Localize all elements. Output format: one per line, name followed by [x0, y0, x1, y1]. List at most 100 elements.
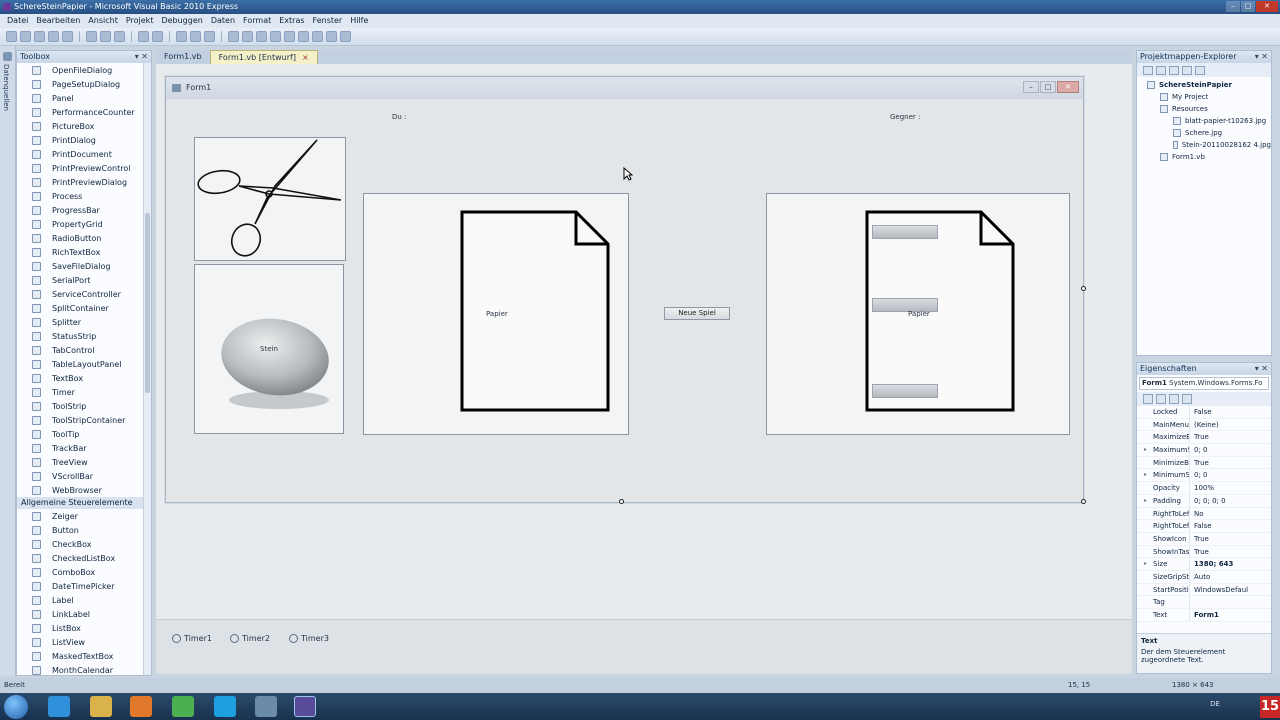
tab-form1-designer[interactable]: Form1.vb [Entwurf] ×	[209, 50, 318, 64]
toolbox-item[interactable]: SplitContainer	[17, 301, 151, 315]
media-player-taskbar-icon[interactable]	[130, 696, 152, 717]
resize-handle-right[interactable]	[1081, 286, 1086, 291]
toolbox-item[interactable]: LinkLabel	[17, 607, 151, 621]
toolbox-item[interactable]: Zeiger	[17, 509, 151, 523]
form1-window[interactable]: Form1 – □ ✕ Du : Gegner : Stein Papier N…	[165, 76, 1086, 504]
form-close-button[interactable]: ✕	[1057, 81, 1079, 93]
toolbox-item[interactable]: Splitter	[17, 315, 151, 329]
pause-icon[interactable]	[190, 31, 201, 42]
property-value[interactable]: (Keine)	[1189, 418, 1271, 431]
player-choice-picturebox[interactable]: Papier	[363, 193, 629, 435]
pane-close-icon[interactable]: ▾ ✕	[1255, 51, 1268, 63]
stone-picturebox[interactable]: Stein	[194, 264, 344, 434]
toolbox-item[interactable]: DateTimePicker	[17, 579, 151, 593]
toolbox-item[interactable]: PerformanceCounter	[17, 105, 151, 119]
property-row[interactable]: ▸ MinimumSiz0; 0	[1137, 469, 1271, 483]
property-value[interactable]: True	[1189, 545, 1271, 558]
resize-handle-bottom[interactable]	[619, 499, 624, 504]
tab-close-icon[interactable]: ×	[302, 53, 309, 62]
property-value[interactable]: 0; 0	[1189, 469, 1271, 482]
toolbox-item[interactable]: ListView	[17, 635, 151, 649]
property-row[interactable]: RightToLeft No	[1137, 507, 1271, 521]
menu-hilfe[interactable]: Hilfe	[346, 14, 372, 28]
start-button[interactable]	[4, 695, 28, 719]
save-icon[interactable]	[48, 31, 59, 42]
property-value[interactable]: No	[1189, 507, 1271, 520]
property-value[interactable]: 0; 0	[1189, 444, 1271, 456]
property-value[interactable]: Form1	[1189, 609, 1271, 621]
progress-bar-3[interactable]	[872, 384, 938, 398]
timer3-component[interactable]: Timer3	[289, 634, 329, 643]
toolbox-item[interactable]: PrintPreviewDialog	[17, 175, 151, 189]
menu-format[interactable]: Format	[239, 14, 275, 28]
visual-basic-taskbar-icon[interactable]	[294, 696, 316, 717]
property-row[interactable]: Tag	[1137, 596, 1271, 609]
timer1-component[interactable]: Timer1	[172, 634, 212, 643]
toolbox-item[interactable]: PictureBox	[17, 119, 151, 133]
skype-taskbar-icon[interactable]	[214, 696, 236, 717]
property-value[interactable]: True	[1189, 532, 1271, 545]
property-row[interactable]: RightToLeftLFalse	[1137, 520, 1271, 533]
property-row[interactable]: ▸ MaximumSiz0; 0	[1137, 444, 1271, 457]
property-value[interactable]: Auto	[1189, 570, 1271, 583]
solution-tree-item[interactable]: Resources	[1137, 103, 1271, 115]
new-project-icon[interactable]	[6, 31, 17, 42]
app-taskbar-icon[interactable]	[255, 696, 277, 717]
undo-icon[interactable]	[138, 31, 149, 42]
toolbox-item[interactable]: SerialPort	[17, 273, 151, 287]
menu-fenster[interactable]: Fenster	[309, 14, 347, 28]
property-row[interactable]: ShowInTaskbTrue	[1137, 545, 1271, 559]
property-value[interactable]: WindowsDefaul	[1189, 583, 1271, 596]
save-all-icon[interactable]	[62, 31, 73, 42]
menu-debuggen[interactable]: Debuggen	[157, 14, 206, 28]
property-row[interactable]: Locked False	[1137, 406, 1271, 419]
property-row[interactable]: MaximizeBoxTrue	[1137, 431, 1271, 445]
alphabetical-icon[interactable]	[1156, 394, 1166, 404]
solution-tree-item[interactable]: My Project	[1137, 91, 1271, 103]
expand-arrow-icon[interactable]: ▸	[1144, 495, 1147, 507]
properties-icon[interactable]	[1143, 65, 1153, 75]
solution-tree-item[interactable]: blatt-papier-t10263.jpg	[1137, 115, 1271, 127]
toolbox-item[interactable]: PrintPreviewControl	[17, 161, 151, 175]
redo-icon[interactable]	[152, 31, 163, 42]
properties-icon[interactable]	[326, 31, 337, 42]
property-value[interactable]: 100%	[1189, 482, 1271, 494]
toolbox-item[interactable]: PrintDocument	[17, 147, 151, 161]
property-row[interactable]: StartPositionWindowsDefaul	[1137, 583, 1271, 597]
property-row[interactable]: Opacity 100%	[1137, 482, 1271, 495]
align-bottom-icon[interactable]	[298, 31, 309, 42]
toolbox-item[interactable]: RadioButton	[17, 231, 151, 245]
timer2-component[interactable]: Timer2	[230, 634, 270, 643]
toolbox-item[interactable]: ComboBox	[17, 565, 151, 579]
ie-taskbar-icon[interactable]	[48, 696, 70, 717]
add-item-icon[interactable]	[20, 31, 31, 42]
chrome-taskbar-icon[interactable]	[172, 696, 194, 717]
menu-daten[interactable]: Daten	[207, 14, 239, 28]
view-code-icon[interactable]	[1182, 65, 1192, 75]
menu-bearbeiten[interactable]: Bearbeiten	[32, 14, 84, 28]
toolbox-item[interactable]: TabControl	[17, 343, 151, 357]
solution-tree-item[interactable]: SchereSteinPapier	[1137, 79, 1271, 91]
events-icon[interactable]	[1182, 394, 1192, 404]
stop-icon[interactable]	[204, 31, 215, 42]
solution-tree-item[interactable]: Schere.jpg	[1137, 127, 1271, 139]
property-value[interactable]: False	[1189, 520, 1271, 532]
resize-handle-corner[interactable]	[1081, 499, 1086, 504]
close-button[interactable]: ✕	[1256, 1, 1278, 12]
refresh-icon[interactable]	[1169, 65, 1179, 75]
object-selector[interactable]: Form1 System.Windows.Forms.Fo	[1139, 377, 1269, 390]
toolbox-item[interactable]: ListBox	[17, 621, 151, 635]
property-row[interactable]: MainMenuStr(Keine)	[1137, 418, 1271, 432]
property-row[interactable]: Text Form1	[1137, 609, 1271, 622]
toolbox-item[interactable]: OpenFileDialog	[17, 63, 151, 77]
toolbox-item[interactable]: Process	[17, 189, 151, 203]
property-value[interactable]: True	[1189, 456, 1271, 469]
toolbox-item[interactable]: Label	[17, 593, 151, 607]
minimize-button[interactable]: –	[1226, 1, 1240, 12]
toolbox-item[interactable]: PrintDialog	[17, 133, 151, 147]
form-maximize-button[interactable]: □	[1040, 81, 1056, 93]
menu-extras[interactable]: Extras	[275, 14, 308, 28]
toolbox-group-common-controls[interactable]: Allgemeine Steuerelemente	[17, 497, 151, 509]
toolbox-item[interactable]: TreeView	[17, 455, 151, 469]
start-debug-icon[interactable]	[176, 31, 187, 42]
